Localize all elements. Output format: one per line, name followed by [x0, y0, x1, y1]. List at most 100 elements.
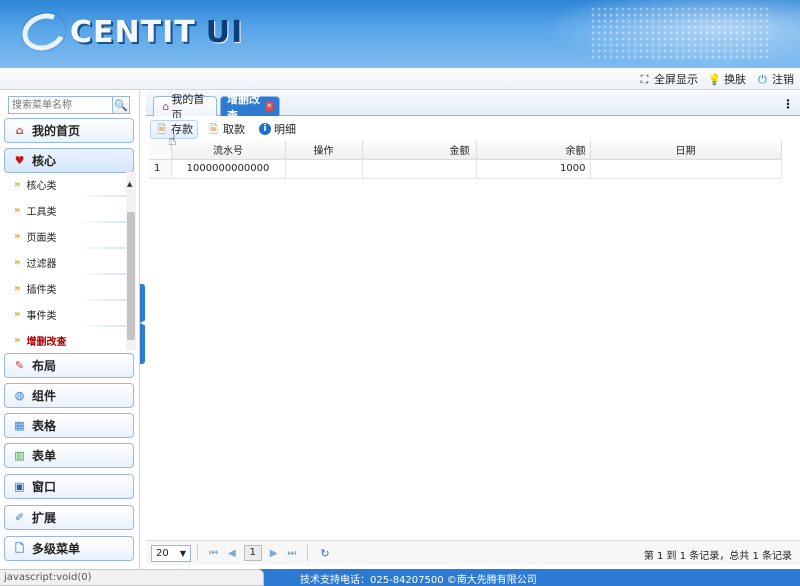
submenu-label: 增删改查 [26, 337, 67, 348]
change-skin-button[interactable]: 💡 换肤 [708, 71, 746, 87]
logo-ring-icon [17, 7, 71, 57]
menu-home[interactable]: ⌂ 我的首页 [4, 118, 134, 143]
app-header: CENTIT UI [0, 0, 800, 68]
pager-divider [197, 545, 198, 561]
submenu-item-tools[interactable]: » 工具类 [4, 198, 126, 224]
document-icon: 🗋 [15, 542, 24, 555]
submenu-item-plugins[interactable]: » 插件类 [4, 276, 126, 302]
lightbulb-icon: 💡 [707, 72, 722, 86]
logout-button[interactable]: ⏻ 注销 [756, 71, 794, 87]
document-edit-icon: 🗎 [209, 122, 218, 136]
cell-operation[interactable] [285, 159, 363, 179]
column-header-amount[interactable]: 金额 [362, 141, 477, 160]
mouse-cursor-icon: ☝ [168, 133, 177, 149]
menu-tables[interactable]: ▦ 表格 [4, 413, 134, 438]
support-text: 技术支持电话：025-84207500 ©南大先腾有限公司 [300, 575, 537, 586]
chevron-double-right-icon: » [14, 205, 21, 216]
tab-bar: ⌂ 我的首页 增删改查 ✕ ⋮ [146, 91, 800, 122]
pager-divider [307, 545, 309, 561]
withdraw-button[interactable]: 🗎 取款 [202, 120, 250, 139]
menu-home-label: 我的首页 [32, 124, 81, 138]
logout-label: 注销 [772, 73, 794, 86]
fullscreen-button[interactable]: ⛶ 全屏显示 [638, 71, 698, 87]
search-icon: 🔍 [114, 98, 128, 112]
menu-core-label: 核心 [32, 154, 57, 168]
menu-components[interactable]: ◍ 组件 [4, 383, 134, 408]
submenu-item-pages[interactable]: » 页面类 [4, 224, 126, 250]
chart-icon: ▥ [14, 449, 25, 462]
tab-home[interactable]: ⌂ 我的首页 [153, 93, 217, 122]
tab-crud[interactable]: 增删改查 ✕ [220, 93, 280, 122]
cell-amount[interactable] [362, 159, 477, 179]
scroll-up-arrow-icon[interactable]: ▲ [127, 180, 132, 188]
logo: CENTIT UI [17, 7, 243, 57]
data-grid: 流水号 操作 金额 余额 日期 1 1000000000000 1000 [149, 141, 782, 179]
menu-layout-label: 布局 [32, 359, 57, 373]
logout-icon: ⏻ [758, 72, 767, 86]
submenu-item-core-class[interactable]: » 核心类 [4, 172, 126, 198]
column-header-serial[interactable]: 流水号 [171, 141, 286, 160]
column-header-date[interactable]: 日期 [590, 141, 782, 160]
menu-multilevel-label: 多级菜单 [32, 542, 81, 556]
table-icon: ▦ [14, 419, 25, 432]
column-header-balance[interactable]: 余额 [476, 141, 591, 160]
menu-layout[interactable]: ✎ 布局 [4, 353, 134, 378]
menu-windows[interactable]: ▣ 窗口 [4, 474, 134, 499]
pager-info: 第 1 到 1 条记录，总共 1 条记录 [643, 551, 792, 562]
page-size-select[interactable]: 20 ▼ [151, 544, 191, 562]
menu-tables-label: 表格 [32, 419, 57, 433]
submenu-label: 页面类 [26, 233, 57, 244]
fullscreen-label: 全屏显示 [654, 73, 698, 86]
menu-core[interactable]: ♥ 核心 [4, 148, 134, 173]
menu-forms-label: 表单 [32, 449, 57, 463]
first-page-icon[interactable]: ⏮ [209, 548, 218, 559]
more-options-icon[interactable]: ⋮ [782, 97, 794, 111]
menu-search-input[interactable] [9, 97, 112, 113]
submenu-label: 工具类 [26, 207, 57, 218]
refresh-icon[interactable]: ↻ [320, 547, 329, 560]
status-url: javascript:void(0) [4, 572, 92, 583]
close-icon[interactable]: ✕ [265, 102, 273, 111]
heart-icon: ♥ [14, 154, 25, 167]
top-action-bar: ⛶ 全屏显示 💡 换肤 ⏻ 注销 [0, 68, 800, 90]
grid-header-row: 流水号 操作 金额 余额 日期 [149, 141, 782, 160]
info-icon: i [259, 123, 271, 135]
submenu-label: 插件类 [26, 285, 57, 296]
menu-multilevel[interactable]: 🗋 多级菜单 [4, 536, 134, 561]
chevron-down-icon: ▼ [179, 548, 186, 558]
row-number: 1 [149, 159, 172, 179]
submenu-label: 事件类 [26, 311, 57, 322]
chevron-double-right-icon: » [14, 335, 21, 346]
withdraw-label: 取款 [223, 123, 245, 136]
submenu-item-crud[interactable]: » 增删改查 [4, 328, 126, 350]
home-icon: ⌂ [162, 100, 170, 113]
main-panel: ⌂ 我的首页 增删改查 ✕ ⋮ 🗎 存款 🗎 取款 i 明细 流水号 操作 金额… [146, 91, 800, 569]
header-map-pattern [590, 6, 770, 61]
chevron-double-right-icon: » [14, 231, 21, 242]
submenu-scrollbar-thumb[interactable] [127, 212, 135, 340]
menu-forms[interactable]: ▥ 表单 [4, 443, 134, 468]
cell-serial[interactable]: 1000000000000 [171, 159, 286, 179]
column-header-operation[interactable]: 操作 [285, 141, 363, 160]
chevron-double-right-icon: » [14, 309, 21, 320]
chevron-double-right-icon: » [14, 179, 21, 190]
submenu-item-filters[interactable]: » 过滤器 [4, 250, 126, 276]
cell-date[interactable] [590, 159, 782, 179]
table-row[interactable]: 1 1000000000000 1000 [149, 159, 782, 179]
home-icon: ⌂ [15, 124, 24, 137]
search-button[interactable]: 🔍 [112, 97, 129, 113]
pagination-bar: 20 ▼ ⏮ ◀ 1 ▶ ⏭ ↻ 第 1 到 1 条记录，总共 1 条记录 [146, 540, 800, 565]
next-page-icon[interactable]: ▶ [270, 548, 278, 559]
submenu-item-events[interactable]: » 事件类 [4, 302, 126, 328]
detail-button[interactable]: i 明细 [254, 120, 301, 139]
window-icon: ▣ [14, 480, 25, 493]
document-add-icon: 🗎 [157, 122, 166, 136]
change-skin-label: 换肤 [724, 73, 746, 86]
last-page-icon[interactable]: ⏭ [287, 548, 296, 559]
page-number-input[interactable]: 1 [243, 545, 262, 561]
collapse-sidebar-handle[interactable]: ◀ [140, 284, 146, 364]
cell-balance[interactable]: 1000 [476, 159, 591, 179]
menu-extensions[interactable]: ✐ 扩展 [4, 505, 134, 530]
prev-page-icon[interactable]: ◀ [228, 548, 236, 559]
globe-icon: ◍ [14, 389, 25, 402]
